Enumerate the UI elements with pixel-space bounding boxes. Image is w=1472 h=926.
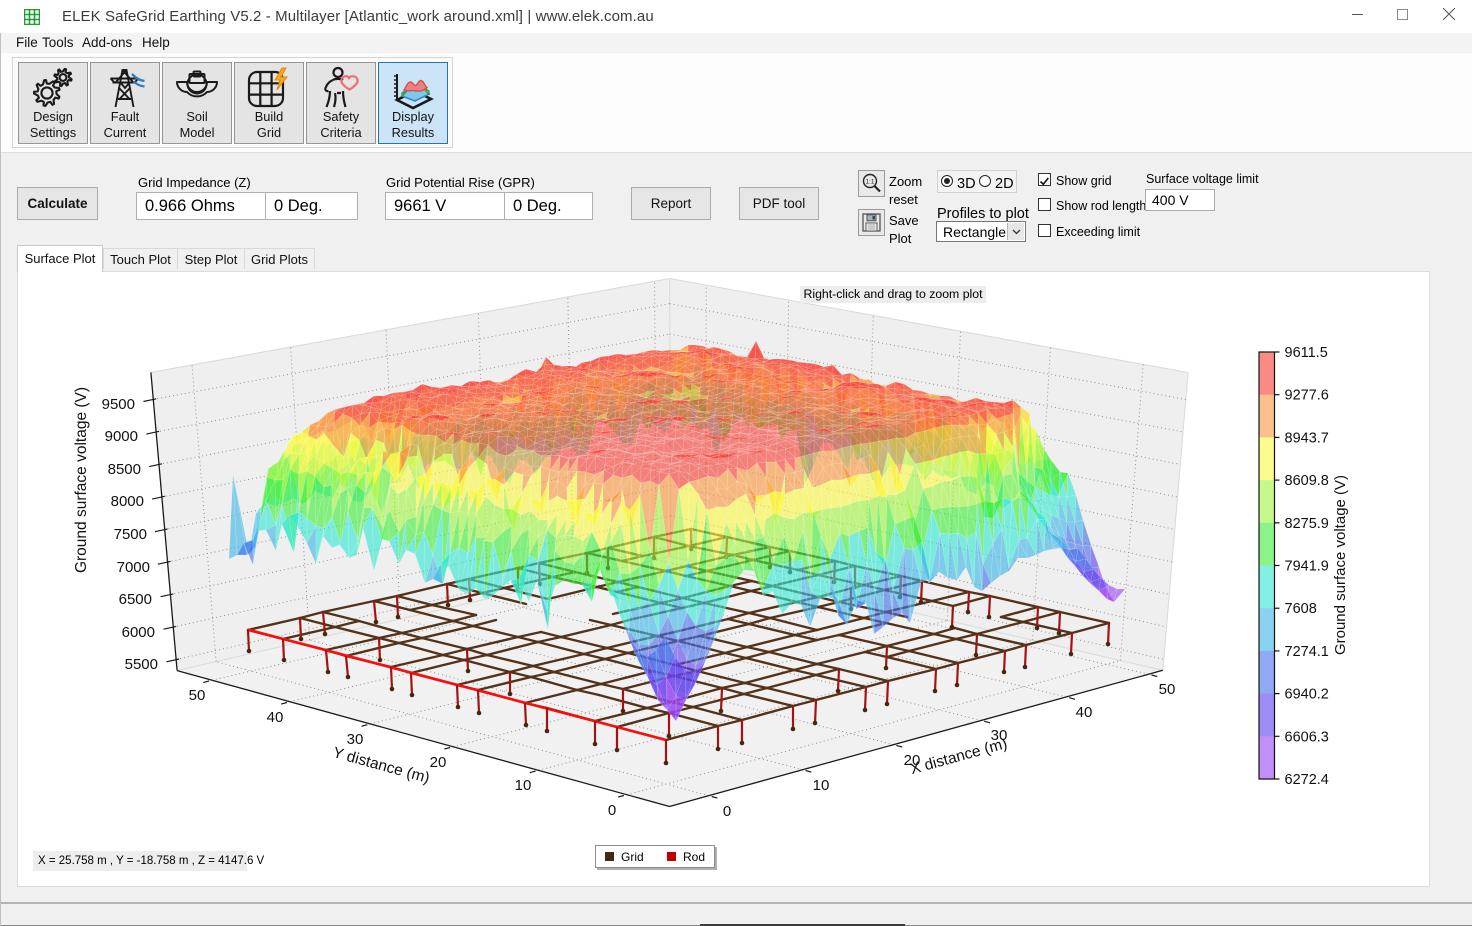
- svg-text:7500: 7500: [114, 526, 147, 543]
- svg-text:9277.6: 9277.6: [1285, 388, 1329, 404]
- svg-text:6272.4: 6272.4: [1285, 772, 1329, 788]
- svg-text:30: 30: [347, 731, 364, 748]
- svg-text:7274.1: 7274.1: [1285, 644, 1329, 660]
- svg-text:7941.9: 7941.9: [1285, 559, 1329, 575]
- svg-text:6000: 6000: [122, 624, 155, 641]
- svg-text:0: 0: [723, 803, 731, 820]
- svg-text:6500: 6500: [119, 591, 152, 608]
- svg-text:40: 40: [1076, 704, 1093, 721]
- svg-text:8275.9: 8275.9: [1285, 516, 1329, 532]
- svg-text:1:1: 1:1: [865, 179, 874, 186]
- svg-text:8609.8: 8609.8: [1285, 473, 1329, 489]
- svg-text:50: 50: [189, 687, 206, 704]
- svg-text:10: 10: [813, 777, 830, 794]
- svg-text:9611.5: 9611.5: [1285, 345, 1328, 361]
- svg-text:Ground surface voltage (V): Ground surface voltage (V): [73, 387, 90, 573]
- svg-text:Y distance (m): Y distance (m): [331, 744, 432, 787]
- svg-text:40: 40: [267, 709, 284, 726]
- svg-text:6940.2: 6940.2: [1285, 687, 1329, 703]
- svg-text:20: 20: [430, 754, 447, 771]
- svg-text:8500: 8500: [108, 461, 141, 478]
- svg-text:50: 50: [1159, 681, 1176, 698]
- svg-text:8943.7: 8943.7: [1285, 430, 1329, 446]
- svg-text:10: 10: [515, 777, 532, 794]
- svg-text:Grid: Grid: [621, 850, 644, 864]
- svg-text:X distance (m): X distance (m): [908, 735, 1009, 778]
- svg-text:9500: 9500: [102, 396, 135, 413]
- svg-text:7608: 7608: [1285, 601, 1317, 617]
- svg-text:5500: 5500: [125, 656, 158, 673]
- svg-text:Rod: Rod: [683, 850, 705, 864]
- svg-text:0: 0: [608, 802, 616, 819]
- svg-text:Ground surface voltage (V): Ground surface voltage (V): [1332, 475, 1349, 655]
- svg-text:6606.3: 6606.3: [1285, 729, 1329, 745]
- svg-text:8000: 8000: [111, 493, 144, 510]
- svg-text:9000: 9000: [105, 428, 138, 445]
- svg-text:7000: 7000: [117, 559, 150, 576]
